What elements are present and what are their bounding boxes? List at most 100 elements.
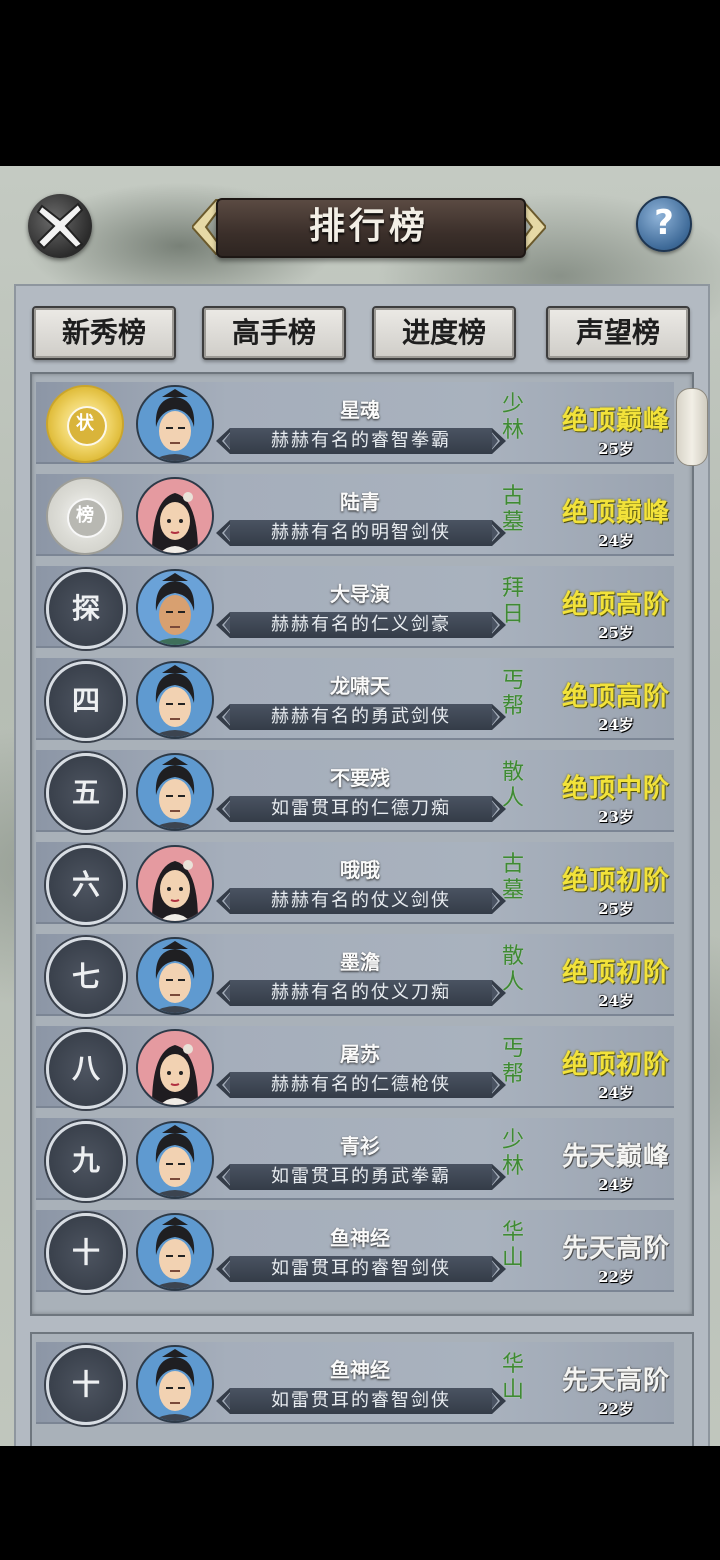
player-age: 22岁 [598,1400,634,1418]
cultivation-realm: 绝顶初阶 [561,866,670,896]
tab-rookie[interactable]: 新秀榜 [32,306,176,360]
sect-label: 少林 [496,392,530,444]
close-button[interactable] [28,194,92,258]
avatar[interactable] [136,1121,214,1199]
sect-char: 散 [501,944,524,969]
player-title-ribbon: 赫赫有名的仗义刀痴 [216,980,506,1006]
sect-char: 古 [501,852,524,877]
ranking-row-6[interactable]: 六 哦哦 赫赫有名的仗义剑侠 古墓 绝顶初阶 25岁 [36,842,674,925]
player-title-ribbon: 赫赫有名的仁义剑豪 [216,612,506,638]
player-title-ribbon: 赫赫有名的仗义剑侠 [216,888,506,914]
player-name: 青衫 [340,1134,380,1158]
avatar[interactable] [136,1345,214,1423]
question-icon: ? [654,203,674,243]
sect-label: 散人 [496,760,530,812]
cultivation-realm: 先天高阶 [561,1366,670,1396]
player-name: 不要残 [330,766,390,790]
ranking-row-3[interactable]: 探 大导演 赫赫有名的仁义剑豪 拜日 绝顶高阶 25岁 [36,566,674,649]
player-title: 如雷贯耳的睿智剑侠 [271,1258,451,1279]
player-name: 星魂 [340,398,380,422]
player-name: 墨澹 [340,950,380,974]
sect-char: 散 [501,760,524,785]
avatar[interactable] [136,937,214,1015]
sect-char: 帮 [501,694,524,719]
rank-badge: 七 [46,937,126,1017]
tab-progress[interactable]: 进度榜 [372,306,516,360]
sect-char: 华 [501,1352,524,1377]
cultivation-realm: 绝顶初阶 [561,1050,670,1080]
cultivation-realm: 先天巅峰 [561,1142,670,1172]
rank-label: 十 [71,1368,100,1401]
ranking-row-10[interactable]: 十 鱼神经 如雷贯耳的睿智剑侠 华山 先天高阶 22岁 [36,1210,674,1293]
page-title: 排行榜 [308,205,429,247]
player-title: 如雷贯耳的睿智剑侠 [271,1390,451,1411]
sect-label: 少林 [496,1128,530,1180]
sect-label: 华山 [496,1352,530,1404]
sect-char: 林 [501,1154,524,1179]
sect-label: 散人 [496,944,530,996]
player-name: 龙啸天 [330,674,390,698]
sect-char: 墓 [501,878,524,903]
player-title-ribbon: 如雷贯耳的仁德刀痴 [216,796,506,822]
sect-label: 丐帮 [496,668,530,720]
sect-label: 古墓 [496,484,530,536]
sect-char: 华 [501,1220,524,1245]
ranking-row-self[interactable]: 十 鱼神经如雷贯耳的睿智剑侠 华山 先天高阶 22岁 [36,1342,674,1425]
player-title: 赫赫有名的睿智拳霸 [271,430,451,451]
ranking-row-7[interactable]: 七 墨澹 赫赫有名的仗义刀痴 散人 绝顶初阶 24岁 [36,934,674,1017]
rank-label: 五 [71,776,100,809]
ranking-screen: 排行榜 ? 新秀榜 高手榜 进度榜 声望榜 状星魂 赫赫有名的睿智拳霸少林绝顶巅峰… [0,166,720,1446]
avatar[interactable] [136,1029,214,1107]
rank-badge: 榜 [46,477,124,555]
scrollbar-thumb[interactable] [676,388,708,466]
player-title: 赫赫有名的明智剑侠 [271,522,451,543]
avatar[interactable] [136,569,214,647]
rank-badge: 九 [46,1121,126,1201]
cultivation-realm: 绝顶中阶 [561,774,670,804]
sect-char: 帮 [501,1062,524,1087]
player-name: 大导演 [330,582,390,606]
avatar[interactable] [136,1213,214,1291]
rank-label: 六 [71,868,100,901]
sect-char: 人 [501,970,524,995]
player-title-ribbon: 赫赫有名的明智剑侠 [216,520,506,546]
player-title: 赫赫有名的仗义剑侠 [271,890,451,911]
sect-char: 山 [501,1378,524,1403]
avatar[interactable] [136,477,214,555]
ranking-row-5[interactable]: 五 不要残 如雷贯耳的仁德刀痴 散人 绝顶中阶 23岁 [36,750,674,833]
cultivation-realm: 绝顶高阶 [561,590,670,620]
tab-reputation[interactable]: 声望榜 [546,306,690,360]
sect-char: 古 [501,484,524,509]
sect-char: 丐 [501,668,524,693]
rank-badge: 十 [46,1345,126,1425]
cultivation-realm: 先天高阶 [561,1234,670,1264]
tab-master[interactable]: 高手榜 [202,306,346,360]
rank-badge: 状 [46,385,124,463]
avatar[interactable] [136,845,214,923]
player-age: 25岁 [598,900,634,918]
player-title: 赫赫有名的仁德枪侠 [271,1074,451,1095]
ranking-row-8[interactable]: 八 屠苏 赫赫有名的仁德枪侠 丐帮 绝顶初阶 24岁 [36,1026,674,1109]
ranking-row-1[interactable]: 状 星魂 赫赫有名的睿智拳霸 少林 绝顶巅峰 25岁 [36,382,674,464]
sect-char: 少 [501,1128,524,1153]
sect-char: 拜 [501,576,524,601]
help-button[interactable]: ? [636,196,692,252]
avatar[interactable] [136,385,214,463]
sect-char: 少 [501,392,524,417]
cultivation-realm: 绝顶初阶 [561,958,670,988]
sect-char: 林 [501,418,524,443]
avatar[interactable] [136,753,214,831]
player-name: 鱼神经 [330,1358,390,1382]
player-title-ribbon: 赫赫有名的睿智拳霸 [216,428,506,454]
rank-badge: 十 [46,1213,126,1293]
ranking-row-9[interactable]: 九 青衫 如雷贯耳的勇武拳霸 少林 先天巅峰 24岁 [36,1118,674,1201]
rank-badge: 探 [46,569,126,649]
player-title-ribbon: 赫赫有名的勇武剑侠 [216,704,506,730]
rank-badge: 八 [46,1029,126,1109]
ranking-row-2[interactable]: 榜 陆青 赫赫有名的明智剑侠 古墓 绝顶巅峰 24岁 [36,474,674,556]
player-title: 赫赫有名的勇武剑侠 [271,706,451,727]
player-title: 如雷贯耳的仁德刀痴 [271,798,451,819]
avatar[interactable] [136,661,214,739]
close-icon [36,202,84,250]
ranking-row-4[interactable]: 四 龙啸天 赫赫有名的勇武剑侠 丐帮 绝顶高阶 24岁 [36,658,674,741]
